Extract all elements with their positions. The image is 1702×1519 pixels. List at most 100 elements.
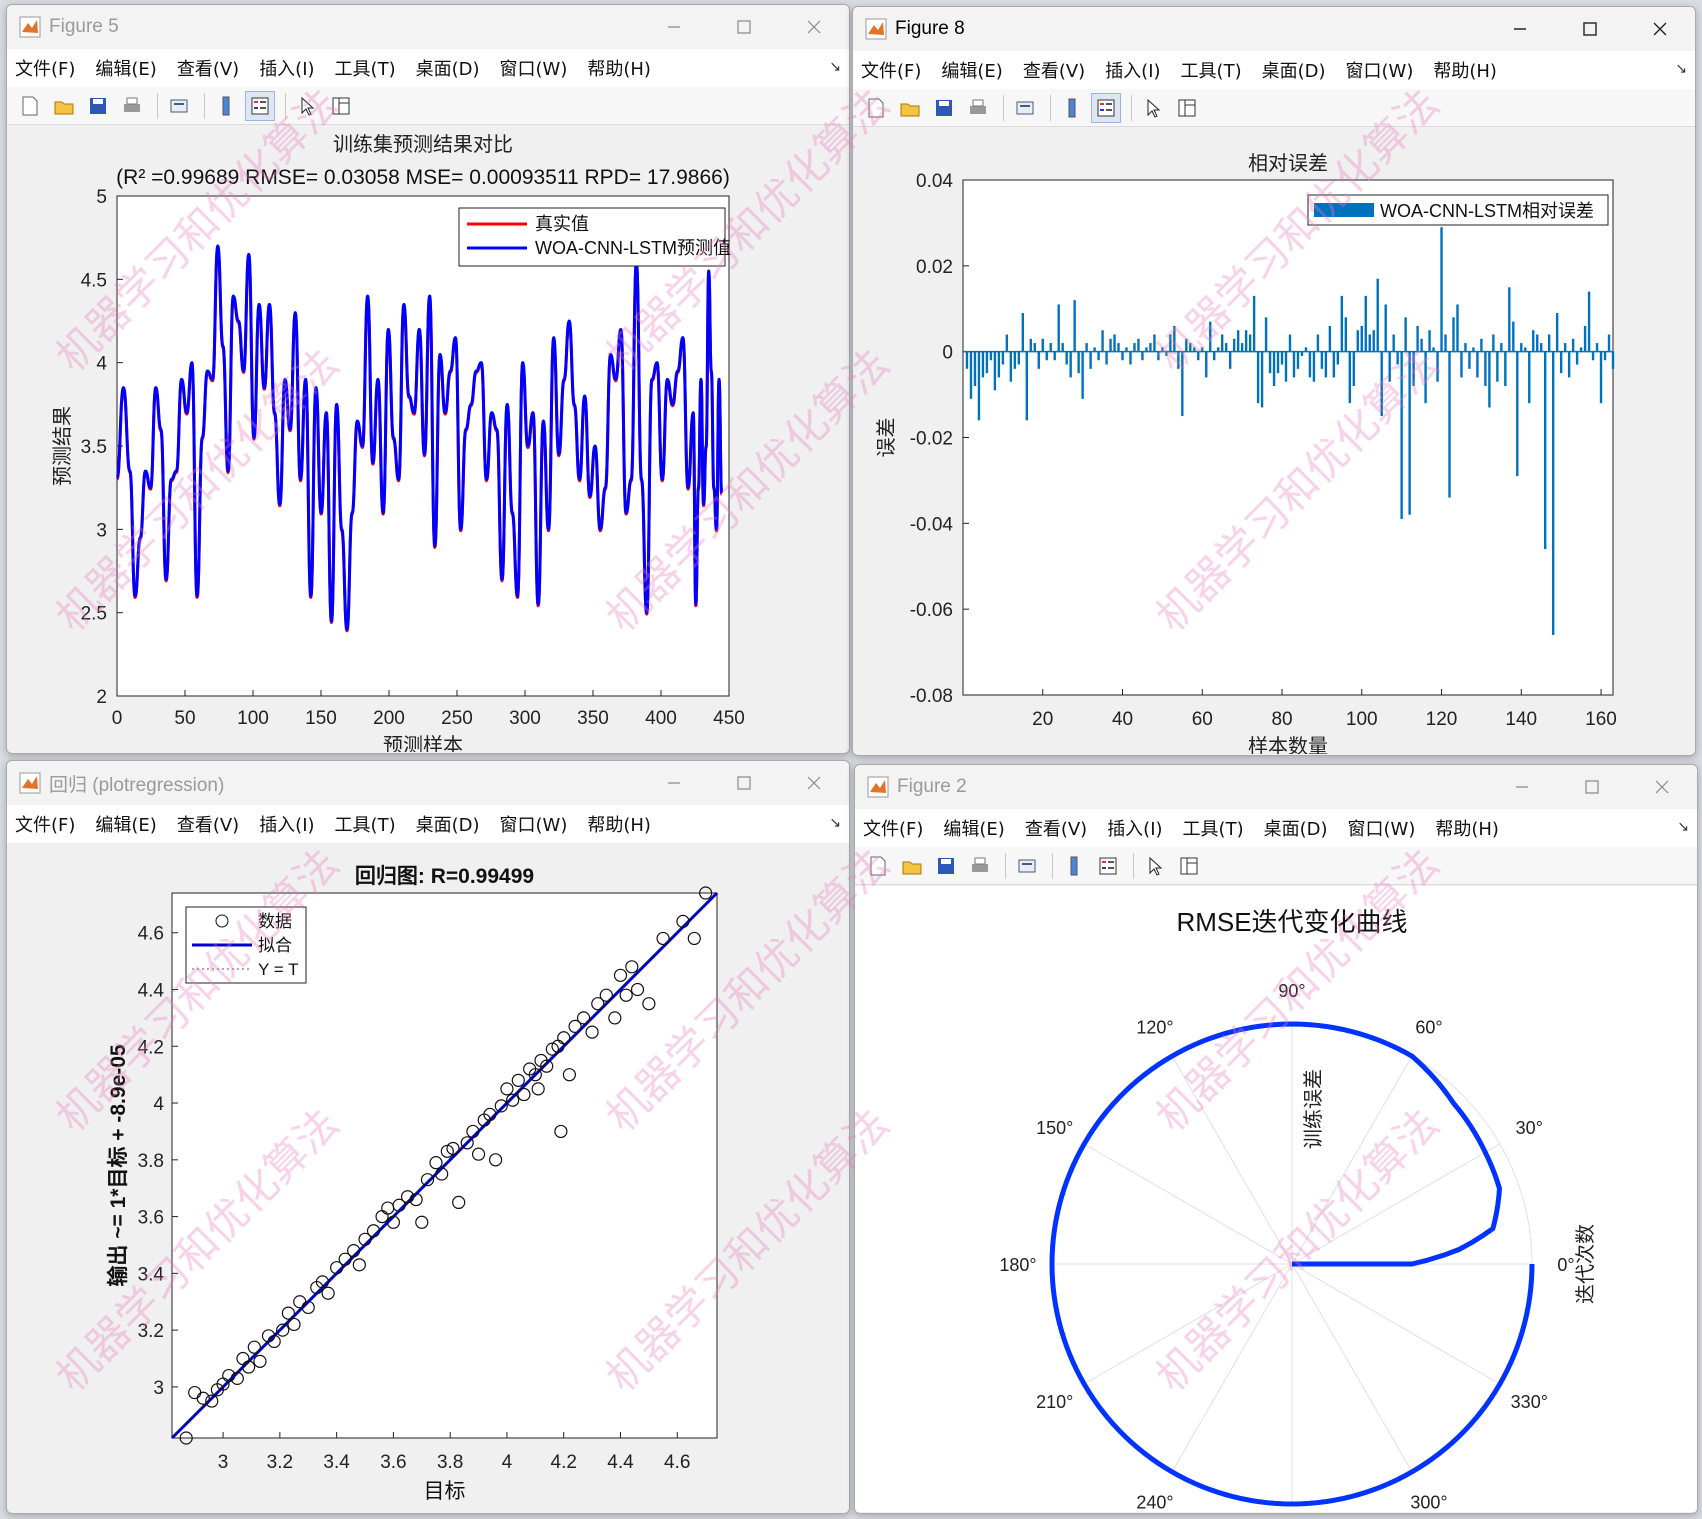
minimize-button[interactable]	[1487, 765, 1557, 809]
maximize-button[interactable]	[1555, 7, 1625, 51]
y-tick-label: 4.4	[138, 981, 165, 1002]
legend-button[interactable]	[1093, 851, 1123, 881]
menu-desktop[interactable]: 桌面(D)	[1264, 815, 1328, 841]
title-bar[interactable]: Figure 2	[855, 765, 1697, 809]
save-button[interactable]	[83, 91, 113, 121]
menu-tools[interactable]: 工具(T)	[335, 55, 396, 81]
minimize-button[interactable]	[1485, 7, 1555, 51]
menu-insert[interactable]: 插入(I)	[259, 811, 314, 837]
minimize-button[interactable]	[639, 761, 709, 805]
menu-tools[interactable]: 工具(T)	[1181, 57, 1242, 83]
dock-arrow-icon[interactable]: ↘	[1675, 61, 1687, 77]
menu-window[interactable]: 窗口(W)	[1346, 57, 1414, 83]
close-button[interactable]	[1625, 7, 1695, 51]
minimize-button[interactable]	[639, 5, 709, 49]
colorbar-button[interactable]	[1059, 851, 1089, 881]
menu-desktop[interactable]: 桌面(D)	[416, 55, 480, 81]
error-bar	[1516, 351, 1519, 477]
edit-plot-button[interactable]	[1138, 93, 1168, 123]
legend-icon	[1097, 99, 1115, 116]
pointer-arrow-icon	[1147, 98, 1161, 118]
menu-window[interactable]: 窗口(W)	[1348, 815, 1416, 841]
error-bar	[1133, 343, 1136, 352]
save-button[interactable]	[931, 851, 961, 881]
legend-button[interactable]	[1091, 92, 1121, 123]
property-inspector-button[interactable]	[1174, 851, 1204, 881]
menu-view[interactable]: 查看(V)	[177, 811, 239, 837]
colorbar-button[interactable]	[1057, 93, 1087, 123]
menu-desktop[interactable]: 桌面(D)	[1262, 57, 1326, 83]
legend-button[interactable]	[245, 90, 275, 121]
link-plot-button[interactable]	[1012, 851, 1042, 881]
menu-insert[interactable]: 插入(I)	[259, 55, 314, 81]
error-bar	[1352, 351, 1355, 386]
menu-window[interactable]: 窗口(W)	[500, 55, 568, 81]
chart-title: RMSE迭代变化曲线	[1176, 907, 1407, 937]
menu-edit[interactable]: 编辑(E)	[943, 815, 1004, 841]
menu-file[interactable]: 文件(F)	[861, 57, 921, 83]
print-button[interactable]	[963, 93, 993, 123]
menu-edit[interactable]: 编辑(E)	[95, 55, 156, 81]
menu-view[interactable]: 查看(V)	[1023, 57, 1085, 83]
x-tick-label: 400	[645, 708, 677, 729]
menu-help[interactable]: 帮助(H)	[1435, 815, 1499, 841]
menu-view[interactable]: 查看(V)	[177, 55, 239, 81]
open-button[interactable]	[895, 93, 925, 123]
x-tick-label: 0	[112, 708, 123, 729]
property-inspector-button[interactable]	[326, 91, 356, 121]
print-button[interactable]	[117, 91, 147, 121]
menu-file[interactable]: 文件(F)	[863, 815, 923, 841]
open-folder-icon	[54, 101, 74, 114]
figure2-window[interactable]: Figure 2 文件(F) 编辑(E) 查看(V) 插入(I) 工具(T) 桌…	[854, 764, 1698, 1514]
link-plot-button[interactable]	[1010, 93, 1040, 123]
menu-window[interactable]: 窗口(W)	[500, 811, 568, 837]
maximize-button[interactable]	[709, 5, 779, 49]
menu-tools[interactable]: 工具(T)	[1183, 815, 1244, 841]
menu-file[interactable]: 文件(F)	[15, 55, 75, 81]
error-bar	[1213, 351, 1216, 361]
regression-window[interactable]: 回归 (plotregression) 文件(F) 编辑(E) 查看(V) 插入…	[6, 760, 850, 1514]
menu-view[interactable]: 查看(V)	[1025, 815, 1087, 841]
open-button[interactable]	[49, 91, 79, 121]
menu-edit[interactable]: 编辑(E)	[941, 57, 1002, 83]
link-plot-button[interactable]	[164, 91, 194, 121]
new-figure-button[interactable]	[15, 91, 45, 121]
maximize-button[interactable]	[709, 761, 779, 805]
menu-file[interactable]: 文件(F)	[15, 811, 75, 837]
close-button[interactable]	[779, 761, 849, 805]
property-inspector-button[interactable]	[1172, 93, 1202, 123]
dock-arrow-icon[interactable]: ↘	[829, 815, 841, 831]
menu-edit[interactable]: 编辑(E)	[95, 811, 156, 837]
save-button[interactable]	[929, 93, 959, 123]
maximize-button[interactable]	[1557, 765, 1627, 809]
menu-help[interactable]: 帮助(H)	[1433, 57, 1497, 83]
menu-desktop[interactable]: 桌面(D)	[416, 811, 480, 837]
menu-insert[interactable]: 插入(I)	[1105, 57, 1160, 83]
print-button[interactable]	[965, 851, 995, 881]
menu-help[interactable]: 帮助(H)	[587, 55, 651, 81]
new-figure-button[interactable]	[861, 93, 891, 123]
title-bar[interactable]: 回归 (plotregression)	[7, 761, 849, 805]
open-button[interactable]	[897, 851, 927, 881]
new-figure-button[interactable]	[863, 851, 893, 881]
x-tick-label: 4.2	[551, 1452, 577, 1473]
figure5-window[interactable]: Figure 5 文件(F) 编辑(E) 查看(V) 插入(I) 工具(T) 桌…	[6, 4, 850, 754]
x-tick-label: 4.4	[607, 1452, 634, 1473]
figure8-window[interactable]: Figure 8 文件(F) 编辑(E) 查看(V) 插入(I) 工具(T) 桌…	[852, 6, 1696, 756]
colorbar-button[interactable]	[211, 91, 241, 121]
error-bar	[1468, 351, 1471, 369]
title-bar[interactable]: Figure 5	[7, 5, 849, 49]
close-button[interactable]	[779, 5, 849, 49]
matlab-icon	[19, 16, 41, 38]
menu-bar: 文件(F) 编辑(E) 查看(V) 插入(I) 工具(T) 桌面(D) 窗口(W…	[7, 805, 849, 843]
menu-help[interactable]: 帮助(H)	[587, 811, 651, 837]
dock-arrow-icon[interactable]: ↘	[1677, 819, 1689, 835]
edit-plot-button[interactable]	[292, 91, 322, 121]
save-icon	[936, 99, 952, 116]
dock-arrow-icon[interactable]: ↘	[829, 59, 841, 75]
title-bar[interactable]: Figure 8	[853, 7, 1695, 51]
menu-tools[interactable]: 工具(T)	[335, 811, 396, 837]
edit-plot-button[interactable]	[1140, 851, 1170, 881]
close-button[interactable]	[1627, 765, 1697, 809]
menu-insert[interactable]: 插入(I)	[1107, 815, 1162, 841]
